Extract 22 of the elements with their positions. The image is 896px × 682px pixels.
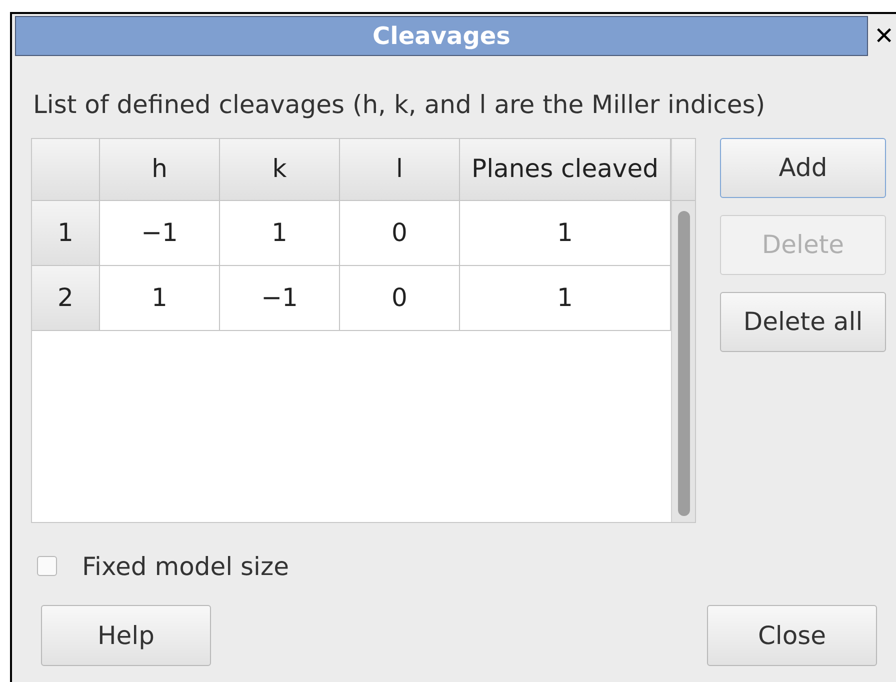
table-cell: 0 — [340, 266, 460, 330]
action-button[interactable]: Add — [720, 138, 886, 198]
action-button[interactable]: Delete all — [720, 292, 886, 352]
close-button[interactable]: ✕ — [874, 24, 894, 48]
description-text: List of defined cleavages (h, k, and l are the Miller indices) — [33, 89, 766, 121]
table-cell: 0 — [340, 200, 460, 266]
dialog-button[interactable]: Help — [41, 605, 211, 666]
dialog-button[interactable]: Close — [707, 605, 877, 666]
row-header[interactable]: 2 — [32, 266, 100, 330]
column-header[interactable]: Planes cleaved — [460, 138, 671, 200]
table-cell: 1 — [100, 266, 220, 330]
table-cell: −1 — [220, 266, 340, 330]
table-cell: −1 — [100, 200, 220, 266]
window-title: Cleavages — [15, 16, 868, 56]
scrollbar[interactable] — [671, 138, 695, 522]
column-header[interactable]: k — [220, 138, 340, 200]
column-header[interactable]: l — [340, 138, 460, 200]
checkbox[interactable] — [37, 556, 57, 576]
table-cell: 1 — [220, 200, 340, 266]
row-header[interactable]: 1 — [32, 200, 100, 266]
checkbox-label: Fixed model size — [82, 550, 289, 582]
column-header[interactable]: h — [100, 138, 220, 200]
